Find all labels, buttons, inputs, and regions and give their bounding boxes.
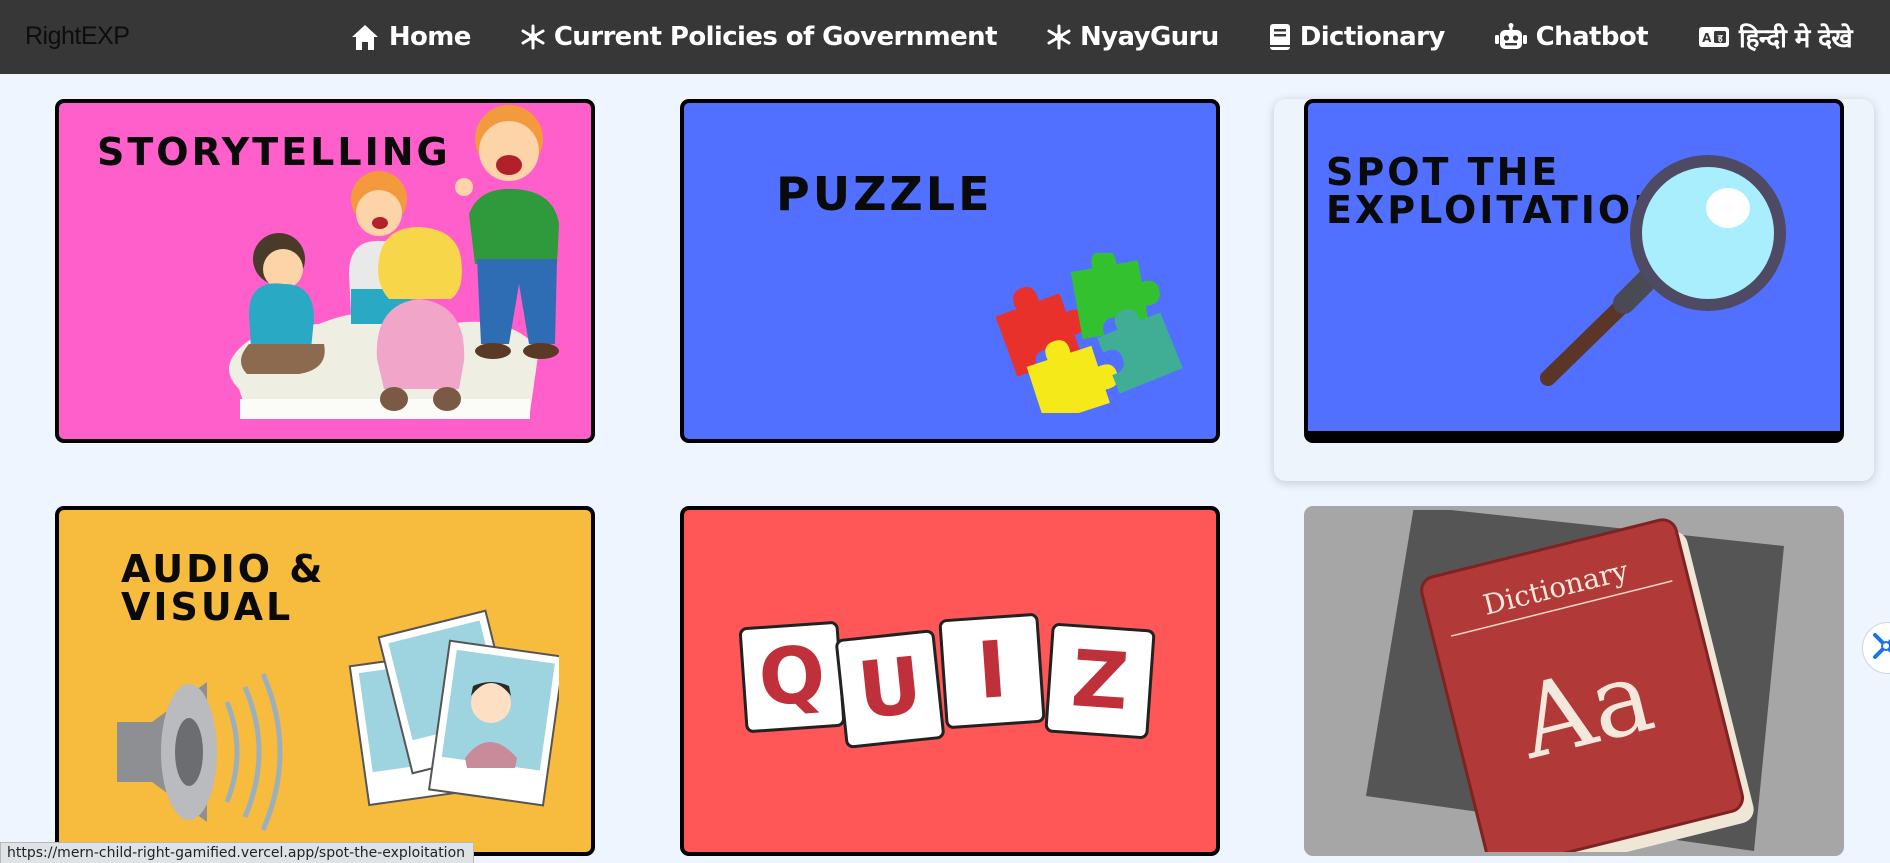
nav-links: Home Current Policies of Government Nyay… <box>350 0 1853 74</box>
card-audio-visual[interactable]: AUDIO & VISUAL <box>55 506 595 856</box>
nav-nyayguru-label: NyayGuru <box>1079 22 1219 52</box>
nav-home[interactable]: Home <box>350 22 471 52</box>
nav-chatbot[interactable]: Chatbot <box>1494 22 1649 52</box>
dictionary-book-icon: Dictionary Aa <box>1366 510 1784 852</box>
quiz-letter: I <box>974 625 1010 717</box>
svg-text:A: A <box>1702 31 1712 45</box>
nav-nyayguru[interactable]: NyayGuru <box>1047 22 1219 52</box>
nav-current-policies[interactable]: Current Policies of Government <box>521 22 998 52</box>
card-quiz[interactable]: Q U I Z <box>680 506 1220 856</box>
quiz-tile-u: U <box>834 629 946 749</box>
nav-hindi-label: हिन्दी मे देखे <box>1738 24 1853 54</box>
card-dictionary[interactable]: Dictionary Aa <box>1304 506 1844 856</box>
book-icon <box>1269 23 1291 51</box>
navbar: RightEXP Home Current Policies of Govern… <box>0 0 1890 74</box>
quiz-tiles: Q U I Z <box>738 610 1162 750</box>
card-spot-the-exploitation[interactable]: SPOT THE EXPLOITATION <box>1304 99 1844 443</box>
nav-dictionary[interactable]: Dictionary <box>1269 22 1445 52</box>
card-puzzle-title: PUZZLE <box>776 167 993 221</box>
language-icon: Aह <box>1698 25 1730 49</box>
nav-home-label: Home <box>388 22 472 52</box>
floating-helper-widget[interactable] <box>1862 622 1890 674</box>
close-x-icon <box>1871 631 1890 665</box>
card-audio-title-line1: AUDIO & <box>121 547 326 591</box>
card-audio-title: AUDIO & VISUAL <box>121 550 325 626</box>
snowflake-icon <box>521 24 545 50</box>
kids-storytelling-illustration <box>229 105 559 419</box>
quiz-tile-i: I <box>938 612 1046 730</box>
quiz-letter: U <box>853 640 927 738</box>
browser-status-url: https://mern-child-right-gamified.vercel… <box>0 842 475 863</box>
nav-chatbot-label: Chatbot <box>1535 22 1649 52</box>
home-icon <box>350 23 380 51</box>
puzzle-pieces-icon <box>995 253 1183 413</box>
magnifying-glass-icon <box>1540 155 1786 386</box>
card-storytelling[interactable]: STORYTELLING <box>55 99 595 443</box>
speaker-icon <box>117 673 283 831</box>
snowflake-icon <box>1047 24 1071 50</box>
card-puzzle[interactable]: PUZZLE <box>680 99 1220 443</box>
nav-dictionary-label: Dictionary <box>1299 22 1446 52</box>
robot-icon <box>1494 23 1527 51</box>
nav-current-policies-label: Current Policies of Government <box>553 22 998 52</box>
nav-hindi[interactable]: Aह हिन्दी मे देखे <box>1698 19 1853 55</box>
quiz-tile-z: Z <box>1044 622 1156 740</box>
quiz-letter: Q <box>755 629 829 725</box>
photos-icon <box>348 609 559 807</box>
card-audio-title-line2: VISUAL <box>121 585 294 629</box>
quiz-letter: Z <box>1068 634 1132 728</box>
brand-logo[interactable]: RightEXP <box>25 22 130 51</box>
quiz-tile-q: Q <box>738 620 846 734</box>
